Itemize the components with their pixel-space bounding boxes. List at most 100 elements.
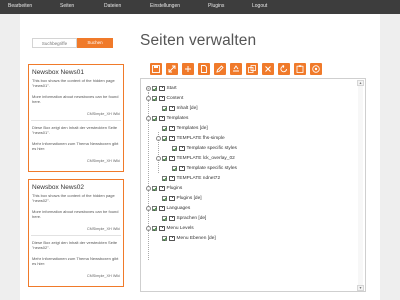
nav-item-edit[interactable]: Bearbeiten xyxy=(8,3,32,9)
rename-button[interactable] xyxy=(230,63,242,75)
scrollbar-track[interactable] xyxy=(358,86,363,286)
node-label[interactable]: Menu Ebenen [de] xyxy=(177,236,216,241)
newsbox-title: Newsbox News02 xyxy=(32,184,85,191)
checkbox[interactable] xyxy=(162,236,167,241)
checkbox[interactable] xyxy=(162,216,167,221)
node-label[interactable]: Languages xyxy=(167,206,191,211)
collapse-toggle[interactable]: - xyxy=(146,206,151,211)
collapse-toggle[interactable]: - xyxy=(156,156,161,161)
node-label[interactable]: TEMPLATE fhs-simple xyxy=(177,136,225,141)
folder-icon xyxy=(178,145,185,151)
newsbox-title: Newsbox News01 xyxy=(32,69,85,76)
newsbox-wiki-link[interactable]: CMSimple_XH Wiki xyxy=(87,112,120,116)
node-label[interactable]: Content xyxy=(167,96,184,101)
nav-item-pages[interactable]: Seiten xyxy=(60,3,74,9)
folder-icon xyxy=(158,225,165,231)
tree-node[interactable]: Template specific styles xyxy=(166,145,237,152)
checkbox[interactable] xyxy=(152,86,157,91)
newsbox-divider xyxy=(31,235,121,236)
toggle-placeholder xyxy=(166,146,171,151)
checkbox[interactable] xyxy=(162,156,167,161)
checkbox[interactable] xyxy=(152,116,157,121)
checkbox[interactable] xyxy=(152,96,157,101)
checkbox[interactable] xyxy=(162,176,167,181)
checkbox[interactable] xyxy=(152,186,157,191)
edit-icon xyxy=(216,65,224,73)
collapse-toggle[interactable]: - xyxy=(156,136,161,141)
tree-node[interactable]: - Templates xyxy=(146,115,188,122)
collapse-toggle[interactable]: - xyxy=(146,116,151,121)
checkbox[interactable] xyxy=(172,166,177,171)
expand-all-button[interactable] xyxy=(166,63,178,75)
newsbox-more-info: More information about newsboxes can be … xyxy=(32,94,119,104)
delete-icon xyxy=(265,66,271,72)
paste-button[interactable] xyxy=(294,63,306,75)
tree-node[interactable]: - Menu Levels xyxy=(146,225,194,232)
search-button[interactable]: Suchen xyxy=(77,38,113,48)
tree-node[interactable]: - Content xyxy=(146,95,183,102)
tree-node[interactable]: Menu Ebenen [de] xyxy=(156,235,216,242)
collapse-toggle[interactable]: - xyxy=(146,186,151,191)
node-label[interactable]: Template specific styles xyxy=(187,146,237,151)
newsbox-de-intro: Diese Box zeigt den Inhalt der versteckt… xyxy=(32,125,118,135)
checkbox[interactable] xyxy=(162,106,167,111)
tree-node[interactable]: Templates [de] xyxy=(156,125,208,132)
folder-icon xyxy=(178,165,185,171)
delete-button[interactable] xyxy=(262,63,274,75)
checkbox[interactable] xyxy=(162,126,167,131)
scroll-down-button[interactable]: ▾ xyxy=(357,285,364,291)
toggle-placeholder xyxy=(156,196,161,201)
node-label[interactable]: Templates [de] xyxy=(177,126,208,131)
node-label[interactable]: Plugins xyxy=(167,186,183,191)
node-label[interactable]: Templates xyxy=(167,116,189,121)
search-input[interactable] xyxy=(32,38,77,48)
toggle-placeholder xyxy=(166,166,171,171)
checkbox[interactable] xyxy=(152,226,157,231)
tree-node[interactable]: + Start xyxy=(146,85,177,92)
folder-icon xyxy=(168,195,175,201)
newsbox-wiki-link[interactable]: CMSimple_XH Wiki xyxy=(87,227,120,231)
node-label[interactable]: Inhalt [de] xyxy=(177,106,198,111)
undo-button[interactable] xyxy=(278,63,290,75)
node-label[interactable]: Template specific styles xyxy=(187,166,237,171)
new-page-button[interactable] xyxy=(198,63,210,75)
edit-button[interactable] xyxy=(214,63,226,75)
tree-node[interactable]: Template specific styles xyxy=(166,165,237,172)
node-label[interactable]: Menu Levels xyxy=(167,226,194,231)
save-button[interactable] xyxy=(150,63,162,75)
node-label[interactable]: TEMPLATE lck_overlay_02 xyxy=(177,156,235,161)
node-label[interactable]: TEMPLATE ndnet72 xyxy=(177,176,221,181)
toggle-placeholder xyxy=(156,216,161,221)
tree-node[interactable]: - Languages xyxy=(146,205,190,212)
checkbox[interactable] xyxy=(162,196,167,201)
nav-item-files[interactable]: Dateien xyxy=(104,3,121,9)
tree-node[interactable]: - TEMPLATE fhs-simple xyxy=(156,135,225,142)
node-label[interactable]: Sprachen [de] xyxy=(177,216,207,221)
folder-icon xyxy=(158,95,165,101)
folder-icon xyxy=(168,105,175,111)
tree-node[interactable]: - TEMPLATE lck_overlay_02 xyxy=(156,155,235,162)
checkbox[interactable] xyxy=(152,206,157,211)
tree-node[interactable]: Inhalt [de] xyxy=(156,105,198,112)
newsbox-de-wiki-link[interactable]: CMSimple_XH Wiki xyxy=(87,274,120,278)
collapse-toggle[interactable]: - xyxy=(146,226,151,231)
nav-item-logout[interactable]: Logout xyxy=(252,3,267,9)
nav-item-plugins[interactable]: Plugins xyxy=(208,3,224,9)
tree-node[interactable]: TEMPLATE ndnet72 xyxy=(156,175,220,182)
collapse-icon xyxy=(185,66,191,72)
node-label[interactable]: Plugins [de] xyxy=(177,196,202,201)
expand-toggle[interactable]: + xyxy=(146,86,151,91)
collapse-all-button[interactable] xyxy=(182,63,194,75)
collapse-toggle[interactable]: - xyxy=(146,96,151,101)
tree-node[interactable]: Sprachen [de] xyxy=(156,215,206,222)
nav-item-settings[interactable]: Einstellungen xyxy=(150,3,180,9)
newsbox-de-wiki-link[interactable]: CMSimple_XH Wiki xyxy=(87,159,120,163)
copy-button[interactable] xyxy=(246,63,258,75)
help-button[interactable] xyxy=(310,63,322,75)
checkbox[interactable] xyxy=(172,146,177,151)
tree-node[interactable]: Plugins [de] xyxy=(156,195,202,202)
newsbox-de-more-info: Mehr Informationen zum Thema Newsboxen g… xyxy=(32,256,119,266)
node-label[interactable]: Start xyxy=(167,86,177,91)
checkbox[interactable] xyxy=(162,136,167,141)
tree-node[interactable]: - Plugins xyxy=(146,185,182,192)
